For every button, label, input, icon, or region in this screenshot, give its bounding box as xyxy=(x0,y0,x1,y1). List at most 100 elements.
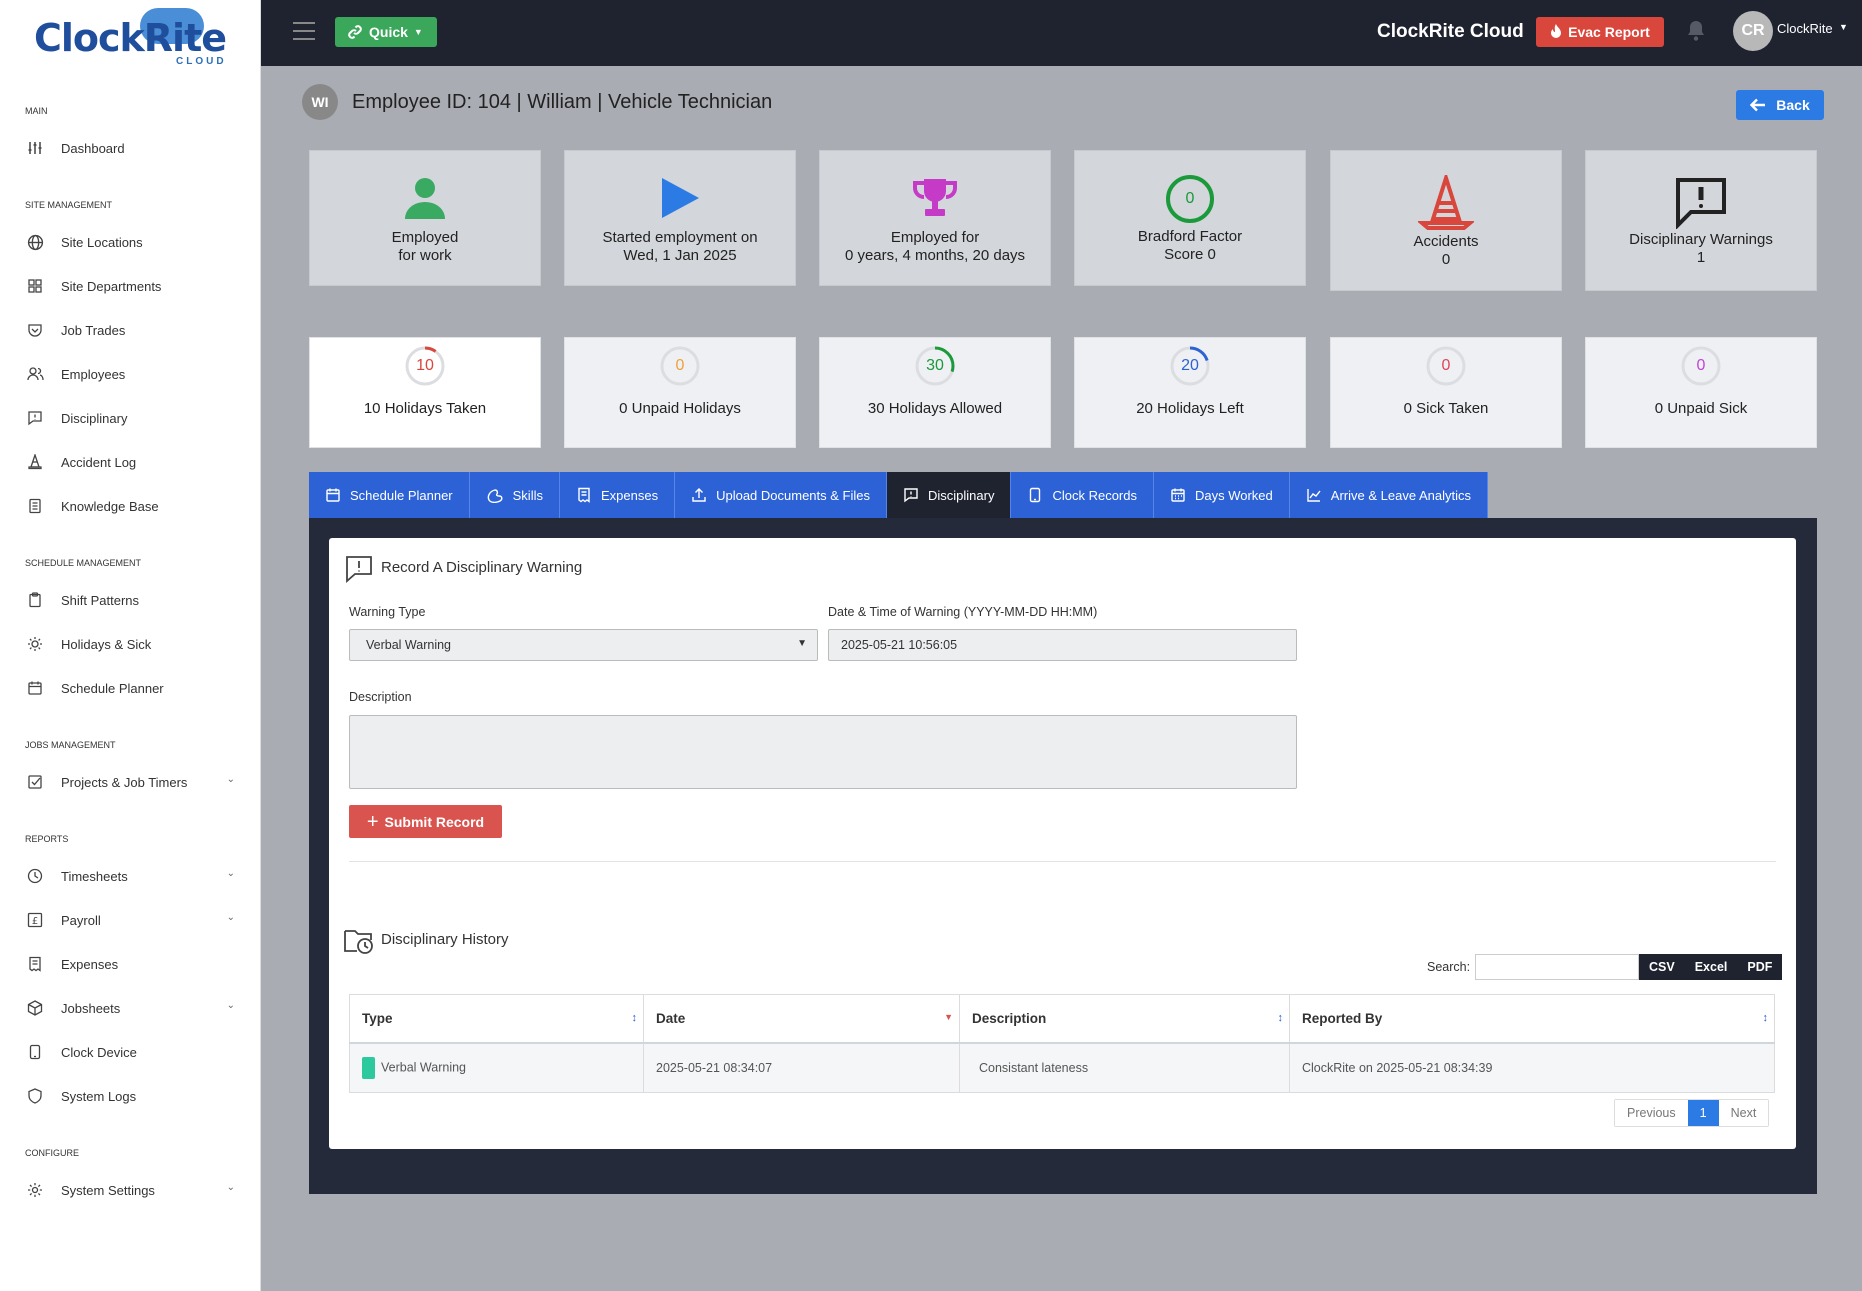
divider xyxy=(349,861,1776,862)
column-header-description[interactable]: Description ↕ xyxy=(959,994,1290,1044)
sidebar-item-disciplinary[interactable]: Disciplinary xyxy=(0,396,260,440)
accidents-line2: 0 xyxy=(1441,251,1451,268)
svg-text:£: £ xyxy=(32,916,38,927)
sidebar-item-system-logs[interactable]: System Logs xyxy=(0,1074,260,1118)
column-header-reported-by[interactable]: Reported By ↕ xyxy=(1289,994,1775,1044)
warning-type-select[interactable]: Verbal Warning ▼ xyxy=(349,629,818,661)
holiday-card-label: 10 Holidays Taken xyxy=(363,400,487,417)
grid-icon xyxy=(25,276,45,296)
sidebar-item-accident-log[interactable]: Accident Log xyxy=(0,440,260,484)
tab-label: Skills xyxy=(512,487,543,503)
datetime-input[interactable]: 2025-05-21 10:56:05 xyxy=(828,629,1297,661)
sidebar-item-payroll[interactable]: £ Payroll ⌄ xyxy=(0,898,260,942)
table-row[interactable]: Verbal Warning 2025-05-21 08:34:07 Consi… xyxy=(349,1042,1775,1093)
avatar[interactable]: CR xyxy=(1733,11,1773,51)
progress-ring: 10 xyxy=(405,346,445,386)
bell-icon[interactable] xyxy=(1686,20,1706,47)
sidebar-item-dashboard[interactable]: Dashboard xyxy=(0,126,260,170)
sidebar-item-site-locations[interactable]: Site Locations xyxy=(0,220,260,264)
sidebar-item-label: Dashboard xyxy=(61,140,125,156)
holiday-card-unpaid-holidays: 0 0 Unpaid Holidays xyxy=(564,337,796,448)
started-line2: Wed, 1 Jan 2025 xyxy=(623,247,737,264)
person-icon xyxy=(310,177,540,219)
tab-clock-records[interactable]: Clock Records xyxy=(1011,472,1154,518)
tab-skills[interactable]: Skills xyxy=(469,472,560,518)
tab-arrive-leave-analytics[interactable]: Arrive & Leave Analytics xyxy=(1289,472,1488,518)
sidebar-item-expenses[interactable]: Expenses xyxy=(0,942,260,986)
ring-value: 30 xyxy=(926,357,944,374)
stat-card-employed: Employed for work xyxy=(309,150,541,286)
sidebar-item-timesheets[interactable]: Timesheets ⌄ xyxy=(0,854,260,898)
brand-title: ClockRite Cloud xyxy=(1377,21,1524,42)
sidebar-item-label: Projects & Job Timers xyxy=(61,774,188,790)
employee-tabs: Schedule Planner Skills Expenses Upload … xyxy=(309,472,1488,518)
trophy-icon xyxy=(820,177,1050,219)
holiday-card-label: 0 Unpaid Sick xyxy=(1654,400,1748,417)
warning-type-label: Warning Type xyxy=(349,605,426,619)
tab-upload-documents[interactable]: Upload Documents & Files xyxy=(675,472,887,518)
calendar-icon xyxy=(25,678,45,698)
sliders-icon xyxy=(25,138,45,158)
pdf-button[interactable]: PDF xyxy=(1737,954,1782,980)
progress-ring: 30 xyxy=(915,346,955,386)
tab-label: Schedule Planner xyxy=(350,487,453,503)
calendar-icon xyxy=(325,487,341,503)
sidebar-item-site-departments[interactable]: Site Departments xyxy=(0,264,260,308)
hamburger-menu-icon[interactable] xyxy=(293,22,315,46)
chevron-down-icon[interactable]: ▼ xyxy=(1839,22,1848,32)
quick-button[interactable]: Quick ▼ xyxy=(335,17,437,47)
chevron-down-icon[interactable]: ⌄ xyxy=(227,1000,235,1011)
gear-icon xyxy=(25,1180,45,1200)
sidebar-item-label: Site Locations xyxy=(61,234,143,250)
sidebar-item-clock-device[interactable]: Clock Device xyxy=(0,1030,260,1074)
holiday-card-holidays-allowed: 30 30 Holidays Allowed xyxy=(819,337,1051,448)
back-button[interactable]: Back xyxy=(1736,90,1824,120)
page-1-button[interactable]: 1 xyxy=(1687,1100,1719,1126)
user-name[interactable]: ClockRite xyxy=(1777,21,1833,36)
tab-label: Clock Records xyxy=(1052,487,1137,503)
sidebar-item-employees[interactable]: Employees xyxy=(0,352,260,396)
previous-page-button[interactable]: Previous xyxy=(1615,1100,1688,1126)
clock-icon xyxy=(25,866,45,886)
book-icon xyxy=(25,496,45,516)
stat-card-accidents: Accidents 0 xyxy=(1330,150,1562,291)
search-input[interactable] xyxy=(1475,954,1639,980)
chevron-down-icon[interactable]: ⌄ xyxy=(227,1182,235,1193)
chevron-down-icon[interactable]: ⌄ xyxy=(227,774,235,785)
chevron-down-icon[interactable]: ⌄ xyxy=(227,868,235,879)
sidebar-item-shift-patterns[interactable]: Shift Patterns xyxy=(0,578,260,622)
sidebar-item-jobsheets[interactable]: Jobsheets ⌄ xyxy=(0,986,260,1030)
tab-days-worked[interactable]: Days Worked xyxy=(1153,472,1290,518)
tab-disciplinary[interactable]: Disciplinary xyxy=(886,472,1012,518)
progress-ring: 0 xyxy=(660,346,700,386)
excel-button[interactable]: Excel xyxy=(1685,954,1738,980)
tab-label: Arrive & Leave Analytics xyxy=(1330,487,1471,503)
column-header-date[interactable]: Date ▼ xyxy=(643,994,960,1044)
logo[interactable]: ClockRite CLOUD xyxy=(0,0,260,76)
csv-button[interactable]: CSV xyxy=(1639,954,1685,980)
sidebar-item-holidays-sick[interactable]: Holidays & Sick xyxy=(0,622,260,666)
holiday-card-label: 0 Unpaid Holidays xyxy=(619,400,741,417)
sidebar-item-schedule-planner[interactable]: Schedule Planner xyxy=(0,666,260,710)
evac-report-button[interactable]: Evac Report xyxy=(1536,17,1664,47)
bradford-score-value: 0 xyxy=(1166,175,1214,223)
sidebar-item-job-trades[interactable]: Job Trades xyxy=(0,308,260,352)
sidebar-item-projects[interactable]: Projects & Job Timers ⌄ xyxy=(0,760,260,804)
sidebar-item-system-settings[interactable]: System Settings ⌄ xyxy=(0,1168,260,1212)
holiday-card-label: 0 Sick Taken xyxy=(1403,400,1489,417)
progress-ring: 20 xyxy=(1170,346,1210,386)
description-textarea[interactable] xyxy=(349,715,1297,789)
tab-schedule-planner[interactable]: Schedule Planner xyxy=(309,472,470,518)
sidebar-item-label: Timesheets xyxy=(61,868,128,884)
next-page-button[interactable]: Next xyxy=(1718,1100,1769,1126)
submit-record-button[interactable]: + Submit Record xyxy=(349,805,502,838)
chevron-down-icon[interactable]: ⌄ xyxy=(227,912,235,923)
ring-value: 10 xyxy=(416,357,434,374)
sidebar-item-knowledge-base[interactable]: Knowledge Base xyxy=(0,484,260,528)
tab-expenses[interactable]: Expenses xyxy=(559,472,676,518)
checkbox-icon xyxy=(25,772,45,792)
clipboard-icon xyxy=(25,590,45,610)
message-alert-icon xyxy=(903,487,919,503)
form-title: Record A Disciplinary Warning xyxy=(381,559,583,576)
column-header-type[interactable]: Type ↕ xyxy=(349,994,644,1044)
